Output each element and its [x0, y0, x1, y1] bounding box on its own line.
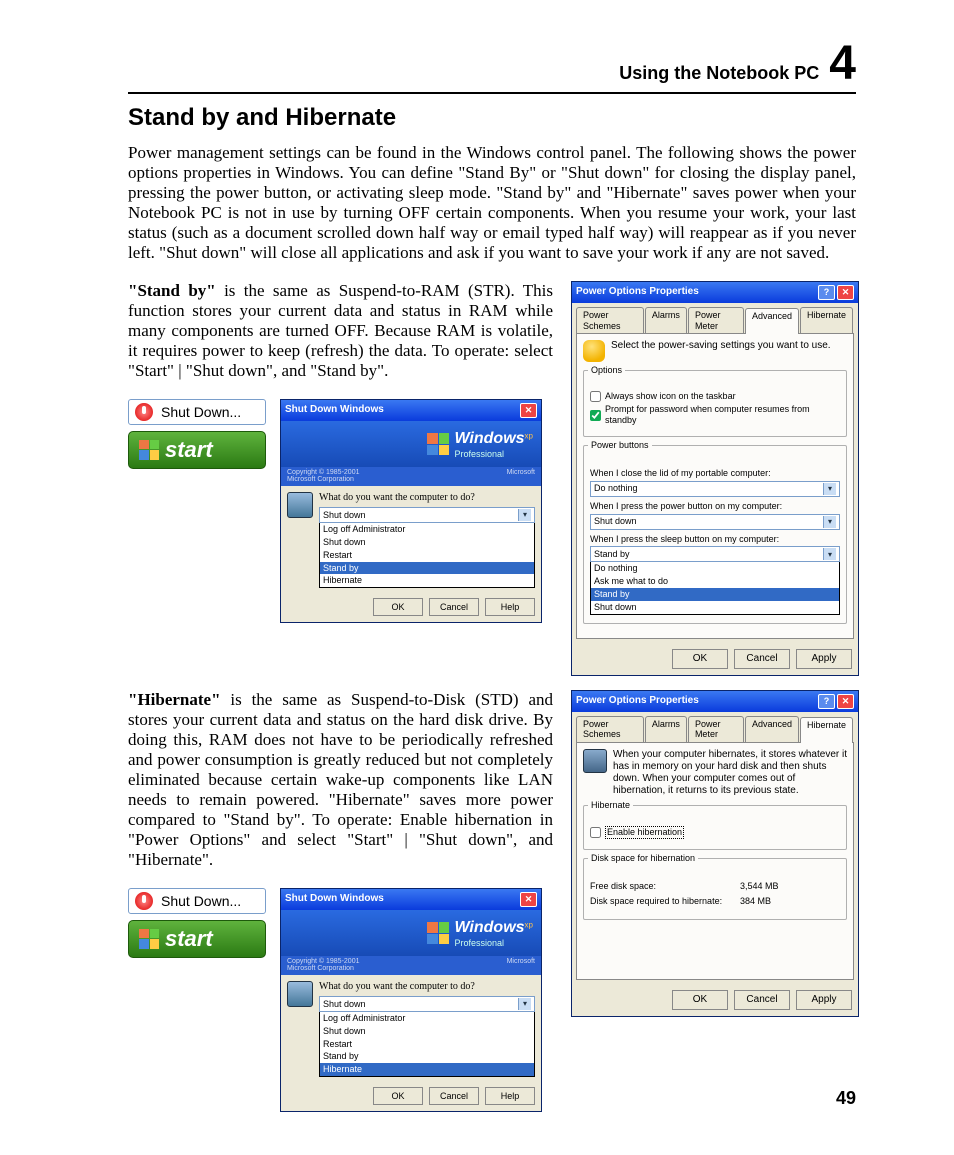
groupbox-title: Options — [588, 365, 625, 376]
tab-power-schemes[interactable]: Power Schemes — [576, 716, 644, 743]
start-menu-shot: Shut Down... start — [128, 888, 266, 958]
chevron-down-icon: ▾ — [823, 483, 836, 495]
start-button[interactable]: start — [128, 431, 266, 469]
cancel-button[interactable]: Cancel — [429, 598, 479, 616]
cancel-button[interactable]: Cancel — [429, 1087, 479, 1105]
chapter-title: Using the Notebook PC — [619, 64, 819, 82]
tab-description: Select the power-saving settings you wan… — [611, 340, 831, 352]
tab-power-meter[interactable]: Power Meter — [688, 307, 744, 334]
chk-prompt-password[interactable]: Prompt for password when computer resume… — [590, 404, 840, 426]
windows-flag-icon — [427, 922, 449, 944]
chk-enable-hibernation[interactable]: Enable hibernation — [590, 826, 840, 839]
shutdown-question: What do you want the computer to do? — [319, 492, 535, 503]
sleep-button-options[interactable]: Do nothing Ask me what to do Stand by Sh… — [590, 562, 840, 614]
windows-flag-icon — [139, 929, 159, 949]
shutdown-menu-item[interactable]: Shut Down... — [128, 399, 266, 425]
tab-description: When your computer hibernates, it stores… — [613, 749, 847, 797]
power-options-advanced: Power Options Properties ? ✕ Power Schem… — [571, 281, 859, 676]
help-button[interactable]: Help — [485, 1087, 535, 1105]
shutdown-action-select[interactable]: Shut down▾ — [319, 507, 535, 523]
start-label: start — [165, 437, 213, 463]
shutdown-action-options[interactable]: Log off Administrator Shut down Restart … — [319, 1012, 535, 1077]
free-disk-space-value: 3,544 MB — [740, 881, 779, 892]
dialog-title: Shut Down Windows — [285, 893, 384, 905]
intro-paragraph: Power management settings can be found i… — [128, 143, 856, 263]
standby-paragraph: "Stand by" is the same as Suspend-to-RAM… — [128, 281, 553, 381]
windows-flag-icon — [139, 440, 159, 460]
windows-flag-icon — [427, 433, 449, 455]
tab-hibernate[interactable]: Hibernate — [800, 307, 853, 334]
sleep-button-label: When I press the sleep button on my comp… — [590, 534, 840, 545]
tab-power-meter[interactable]: Power Meter — [688, 716, 744, 743]
power-options-hibernate: Power Options Properties ? ✕ Power Schem… — [571, 690, 859, 1018]
close-icon[interactable]: ✕ — [837, 285, 854, 300]
tab-bar: Power Schemes Alarms Power Meter Advance… — [572, 303, 858, 334]
ok-button[interactable]: OK — [373, 1087, 423, 1105]
power-icon — [135, 403, 153, 421]
cancel-button[interactable]: Cancel — [734, 649, 790, 669]
tab-alarms[interactable]: Alarms — [645, 307, 687, 334]
page-title: Stand by and Hibernate — [128, 104, 856, 133]
shutdown-dialog: Shut Down Windows ✕ Windowsxp Profession… — [280, 888, 542, 1112]
close-icon[interactable]: ✕ — [520, 403, 537, 418]
chk-taskbar-icon[interactable]: Always show icon on the taskbar — [590, 391, 840, 402]
dialog-title: Power Options Properties — [576, 695, 699, 707]
free-disk-space-label: Free disk space: — [590, 881, 740, 892]
page-number: 49 — [836, 1088, 856, 1109]
start-menu-shot: Shut Down... start — [128, 399, 266, 469]
power-button-label: When I press the power button on my comp… — [590, 501, 840, 512]
help-icon[interactable]: ? — [818, 694, 835, 709]
shutdown-label: Shut Down... — [161, 404, 241, 420]
chevron-down-icon: ▾ — [823, 548, 836, 560]
ok-button[interactable]: OK — [672, 990, 728, 1010]
required-disk-space-value: 384 MB — [740, 896, 771, 907]
computer-icon — [287, 492, 313, 518]
ok-button[interactable]: OK — [672, 649, 728, 669]
dialog-title: Shut Down Windows — [285, 404, 384, 416]
help-button[interactable]: Help — [485, 598, 535, 616]
start-label: start — [165, 926, 213, 952]
tab-advanced[interactable]: Advanced — [745, 716, 799, 743]
shutdown-action-select[interactable]: Shut down▾ — [319, 996, 535, 1012]
shutdown-label: Shut Down... — [161, 893, 241, 909]
apply-button[interactable]: Apply — [796, 990, 852, 1010]
groupbox-title: Power buttons — [588, 440, 652, 451]
computer-icon — [583, 749, 607, 773]
tab-power-schemes[interactable]: Power Schemes — [576, 307, 644, 334]
power-icon — [135, 892, 153, 910]
chapter-header: Using the Notebook PC 4 — [128, 40, 856, 94]
dialog-title: Power Options Properties — [576, 286, 699, 298]
lid-label: When I close the lid of my portable comp… — [590, 468, 840, 479]
power-button-select[interactable]: Shut down▾ — [590, 514, 840, 530]
ok-button[interactable]: OK — [373, 598, 423, 616]
required-disk-space-label: Disk space required to hibernate: — [590, 896, 740, 907]
shutdown-menu-item[interactable]: Shut Down... — [128, 888, 266, 914]
tab-alarms[interactable]: Alarms — [645, 716, 687, 743]
groupbox-title: Hibernate — [588, 800, 633, 811]
cancel-button[interactable]: Cancel — [734, 990, 790, 1010]
close-icon[interactable]: ✕ — [520, 892, 537, 907]
close-icon[interactable]: ✕ — [837, 694, 854, 709]
tab-hibernate[interactable]: Hibernate — [800, 717, 853, 744]
groupbox-title: Disk space for hibernation — [588, 853, 698, 864]
chapter-number: 4 — [829, 40, 856, 88]
apply-button[interactable]: Apply — [796, 649, 852, 669]
shutdown-action-options[interactable]: Log off Administrator Shut down Restart … — [319, 523, 535, 588]
chevron-down-icon: ▾ — [518, 998, 531, 1010]
computer-icon — [287, 981, 313, 1007]
shutdown-question: What do you want the computer to do? — [319, 981, 535, 992]
tab-bar: Power Schemes Alarms Power Meter Advance… — [572, 712, 858, 743]
chevron-down-icon: ▾ — [518, 509, 531, 521]
hibernate-paragraph: "Hibernate" is the same as Suspend-to-Di… — [128, 690, 553, 870]
bulb-icon — [583, 340, 605, 362]
tab-advanced[interactable]: Advanced — [745, 308, 799, 335]
start-button[interactable]: start — [128, 920, 266, 958]
sleep-button-select[interactable]: Stand by▾ — [590, 546, 840, 562]
shutdown-dialog: Shut Down Windows ✕ Windowsxp Profession… — [280, 399, 542, 623]
help-icon[interactable]: ? — [818, 285, 835, 300]
chevron-down-icon: ▾ — [823, 516, 836, 528]
lid-action-select[interactable]: Do nothing▾ — [590, 481, 840, 497]
